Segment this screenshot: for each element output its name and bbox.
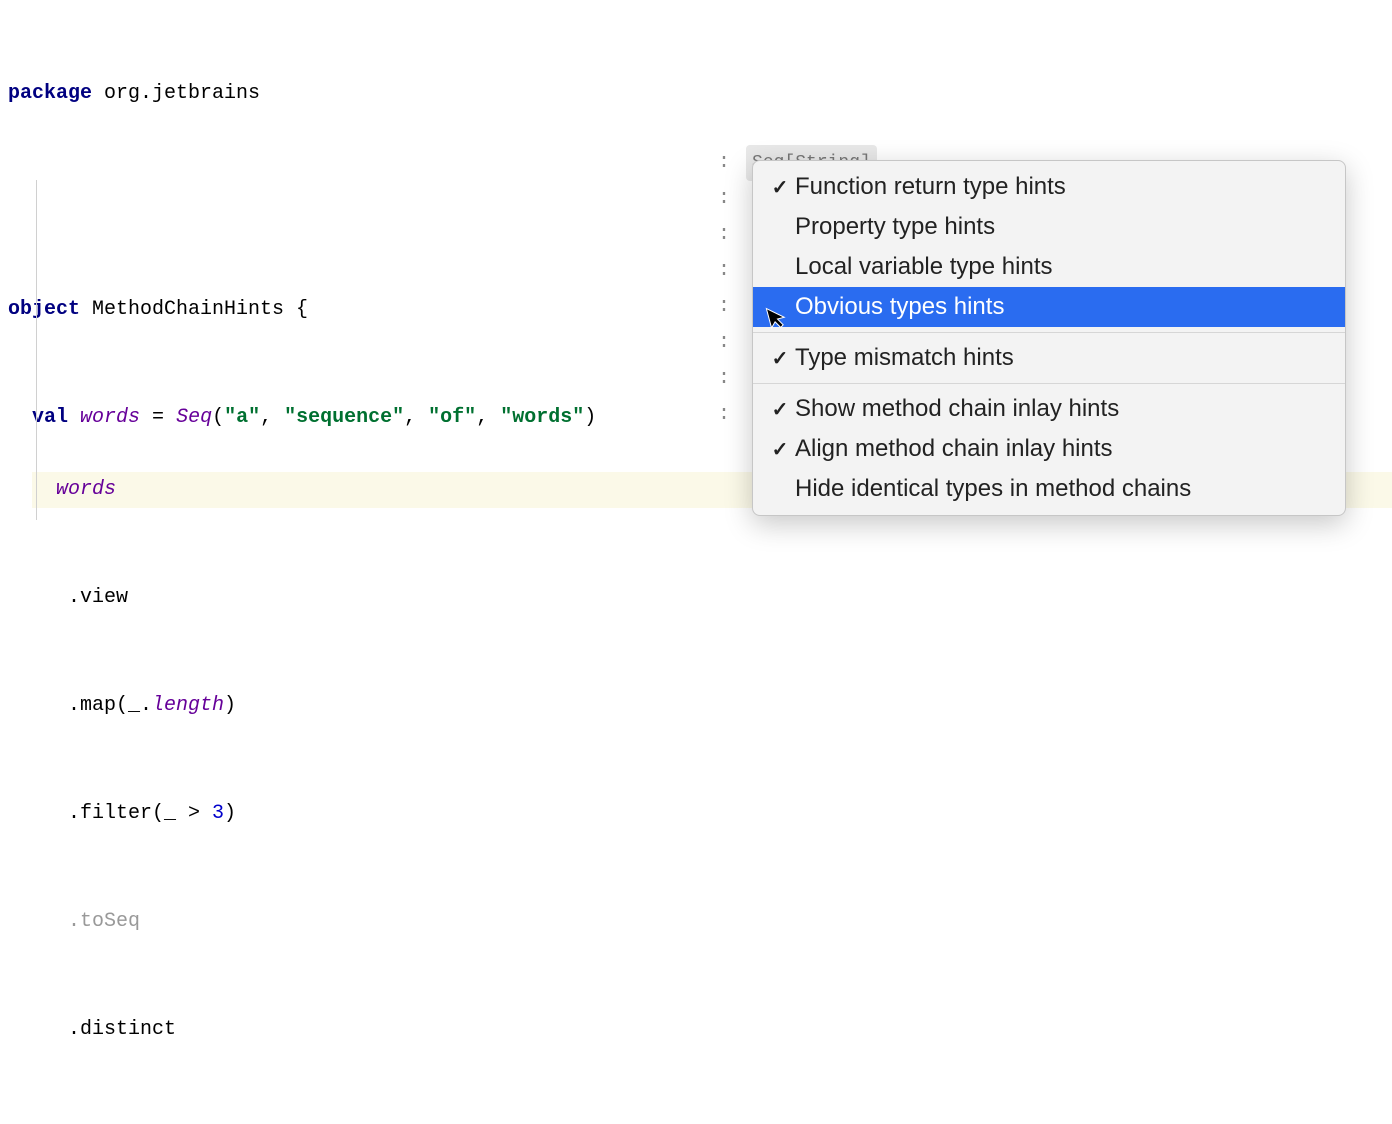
string-a: "a" (224, 406, 260, 429)
number-3: 3 (212, 802, 224, 825)
menu-label: Function return type hints (795, 173, 1329, 201)
val-name: words (80, 406, 140, 429)
menu-separator (753, 383, 1345, 384)
menu-item-align-method-chain-inlay-hints[interactable]: ✓ Align method chain inlay hints (753, 429, 1345, 469)
check-icon: ✓ (765, 175, 795, 200)
menu-label: Show method chain inlay hints (795, 395, 1329, 423)
code-line: .headOption (8, 1120, 1392, 1124)
filter-prefix: .filter(_ > (68, 802, 212, 825)
object-decl: MethodChainHints { (80, 298, 308, 321)
check-icon: ✓ (765, 397, 795, 422)
menu-label: Align method chain inlay hints (795, 435, 1329, 463)
menu-label: Hide identical types in method chains (795, 475, 1329, 503)
code-line-gray: .toSeq (8, 904, 1392, 940)
menu-separator (753, 332, 1345, 333)
menu-item-property-type-hints[interactable]: Property type hints (753, 207, 1345, 247)
comma: , (476, 406, 500, 429)
map-suffix: ) (224, 694, 236, 717)
menu-item-show-method-chain-inlay-hints[interactable]: ✓ Show method chain inlay hints (753, 389, 1345, 429)
code-line: .view (8, 580, 1392, 616)
menu-item-obvious-types-hints[interactable]: Obvious types hints (753, 287, 1345, 327)
paren: ) (584, 406, 596, 429)
menu-label: Obvious types hints (795, 293, 1329, 321)
package-name: org.jetbrains (92, 82, 260, 105)
comma: , (260, 406, 284, 429)
keyword-package: package (8, 82, 92, 105)
menu-item-function-return-type-hints[interactable]: ✓ Function return type hints (753, 167, 1345, 207)
filter-suffix: ) (224, 802, 236, 825)
context-menu[interactable]: ✓ Function return type hints Property ty… (752, 160, 1346, 516)
words-ref: words (32, 478, 116, 501)
indent-guide (36, 180, 37, 520)
keyword-val: val (32, 406, 68, 429)
menu-label: Property type hints (795, 213, 1329, 241)
menu-label: Type mismatch hints (795, 344, 1329, 372)
code-line: package org.jetbrains (8, 76, 1392, 112)
check-icon: ✓ (765, 437, 795, 462)
menu-item-type-mismatch-hints[interactable]: ✓ Type mismatch hints (753, 338, 1345, 378)
map-prefix: .map(_. (68, 694, 152, 717)
length-method: length (152, 694, 224, 717)
menu-item-local-variable-type-hints[interactable]: Local variable type hints (753, 247, 1345, 287)
check-icon: ✓ (765, 346, 795, 371)
string-of: "of" (428, 406, 476, 429)
menu-label: Local variable type hints (795, 253, 1329, 281)
string-sequence: "sequence" (284, 406, 404, 429)
seq-call: Seq (176, 406, 212, 429)
paren: ( (212, 406, 224, 429)
string-words: "words" (500, 406, 584, 429)
code-line: .distinct (8, 1012, 1392, 1048)
eq: = (140, 406, 176, 429)
comma: , (404, 406, 428, 429)
keyword-object: object (8, 298, 80, 321)
code-line: .map(_.length) (8, 688, 1392, 724)
code-line: .filter(_ > 3) (8, 796, 1392, 832)
menu-item-hide-identical-types[interactable]: Hide identical types in method chains (753, 469, 1345, 509)
